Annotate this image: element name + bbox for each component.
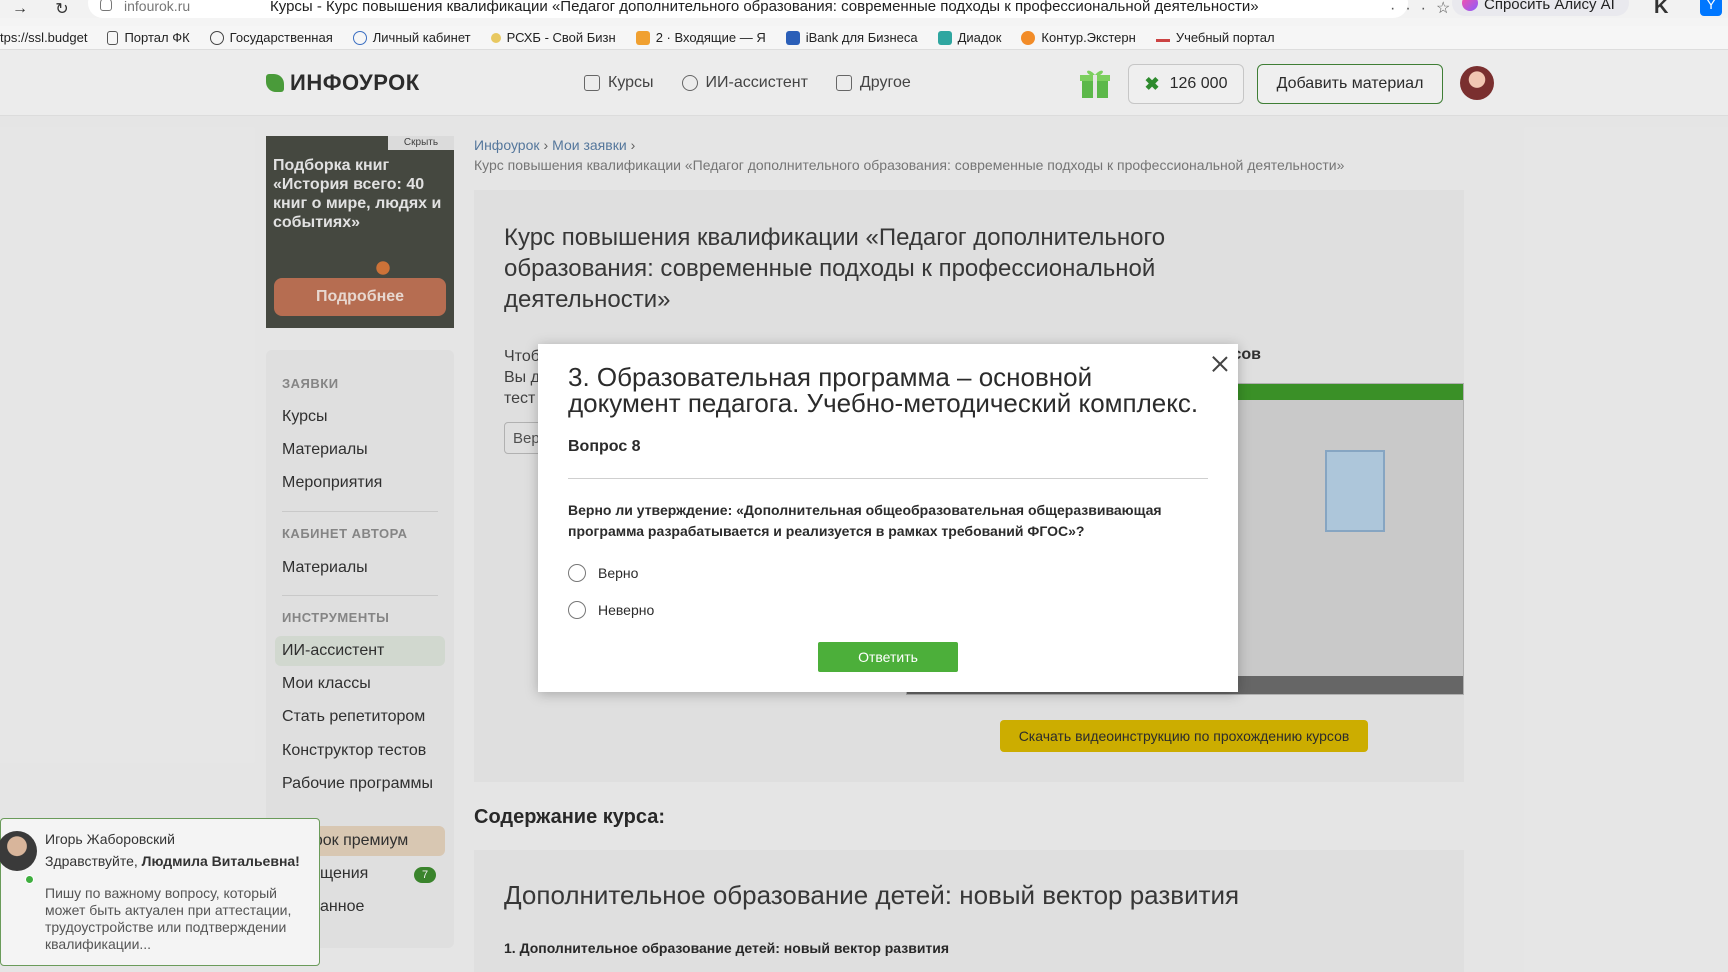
bookmark[interactable]: tps://ssl.budget	[0, 30, 87, 45]
browser-toolbar: → ↻ infourok.ru Курсы - Курс повышения к…	[0, 0, 1728, 18]
chat-message: Пишу по важному вопросу, который может б…	[45, 885, 292, 952]
answer-option-true[interactable]: Верно	[568, 564, 638, 582]
graduation-cap-icon	[584, 75, 600, 91]
site-logo[interactable]: ИНФОУРОК	[266, 70, 420, 96]
diadoc-icon	[937, 30, 952, 45]
chat-sender-name: Игорь Жаборовский	[45, 831, 175, 847]
logo-leaf-icon	[266, 74, 284, 92]
more-and-bookmark-icons[interactable]: ···☆	[1390, 0, 1460, 18]
nav-courses[interactable]: Курсы	[584, 74, 654, 92]
bookmark[interactable]: Диадок	[937, 30, 1001, 45]
balance-value: 126 000	[1169, 75, 1228, 92]
rshb-icon	[490, 32, 501, 43]
chat-popup[interactable]: Игорь Жаборовский Здравствуйте, Людмила …	[0, 818, 320, 966]
alice-button[interactable]: Спросить Алису AI	[1452, 0, 1629, 16]
radio-button[interactable]	[568, 564, 586, 582]
logo-text: ИНФОУРОК	[290, 70, 420, 95]
submit-answer-button[interactable]: Ответить	[818, 642, 958, 672]
radio-button[interactable]	[568, 601, 586, 619]
bookmark[interactable]: iBank для Бизнеса	[785, 30, 918, 45]
nav-ai-assistant[interactable]: ИИ-ассистент	[681, 74, 808, 92]
add-material-button[interactable]: Добавить материал	[1257, 64, 1443, 104]
reload-icon[interactable]: ↻	[52, 0, 72, 19]
site-header: ИНФОУРОК Курсы ИИ-ассистент Другое ✖ 126…	[0, 50, 1728, 116]
bookmark[interactable]: РСХБ - Свой Бизн	[490, 30, 616, 45]
answer-option-label[interactable]: Неверно	[598, 602, 654, 618]
gift-icon[interactable]	[1078, 66, 1112, 100]
emblem-icon	[209, 30, 224, 45]
bookmark[interactable]: Портал ФК	[107, 30, 190, 45]
url-text[interactable]: infourok.ru	[124, 0, 190, 14]
nav-other[interactable]: Другое	[835, 74, 911, 92]
top-navigation: Курсы ИИ-ассистент Другое	[584, 74, 939, 92]
answer-option-label[interactable]: Верно	[598, 565, 638, 581]
bookmark[interactable]: Личный кабинет	[352, 30, 471, 45]
sparkle-icon	[681, 75, 698, 91]
grid-icon	[835, 75, 852, 91]
question-number: Вопрос 8	[568, 438, 641, 455]
x-coin-icon: ✖	[1144, 73, 1160, 94]
bookmark[interactable]: Учебный портал	[1155, 30, 1275, 45]
kontur-icon	[1021, 30, 1036, 45]
close-icon[interactable]	[1210, 354, 1230, 374]
bookmark[interactable]: 2 · Входящие — Я	[635, 30, 766, 45]
bookmark[interactable]: Государственная	[209, 30, 333, 45]
page-tab-title: Курсы - Курс повышения квалификации «Пед…	[270, 0, 1259, 15]
online-status-dot	[25, 875, 34, 884]
user-avatar[interactable]	[1460, 66, 1494, 100]
page-icon	[107, 30, 119, 45]
balance-button[interactable]: ✖ 126 000	[1128, 64, 1244, 104]
k-extension-icon[interactable]: K	[1654, 0, 1668, 19]
lock-icon	[100, 0, 112, 11]
mail-icon	[635, 30, 650, 45]
chat-avatar	[0, 831, 37, 871]
gosuslugi-icon	[352, 30, 367, 45]
back-arrow-icon[interactable]: →	[10, 0, 30, 18]
yandex-icon[interactable]: Y	[1700, 0, 1722, 16]
ibank-icon	[785, 30, 800, 45]
graduation-cap-icon	[1155, 34, 1170, 42]
question-statement: Верно ли утверждение: «Дополнительная об…	[568, 502, 1162, 539]
answer-option-false[interactable]: Неверно	[568, 601, 654, 619]
quiz-module-title: 3. Образовательная программа – основной …	[568, 362, 1199, 418]
modal-divider	[568, 478, 1208, 479]
bookmarks-bar: tps://ssl.budget Портал ФК Государственн…	[0, 26, 1728, 50]
chat-greeting: Здравствуйте, Людмила Витальевна!	[45, 853, 300, 869]
quiz-modal: 3. Образовательная программа – основной …	[538, 344, 1238, 692]
bookmark[interactable]: Контур.Экстерн	[1021, 30, 1136, 45]
